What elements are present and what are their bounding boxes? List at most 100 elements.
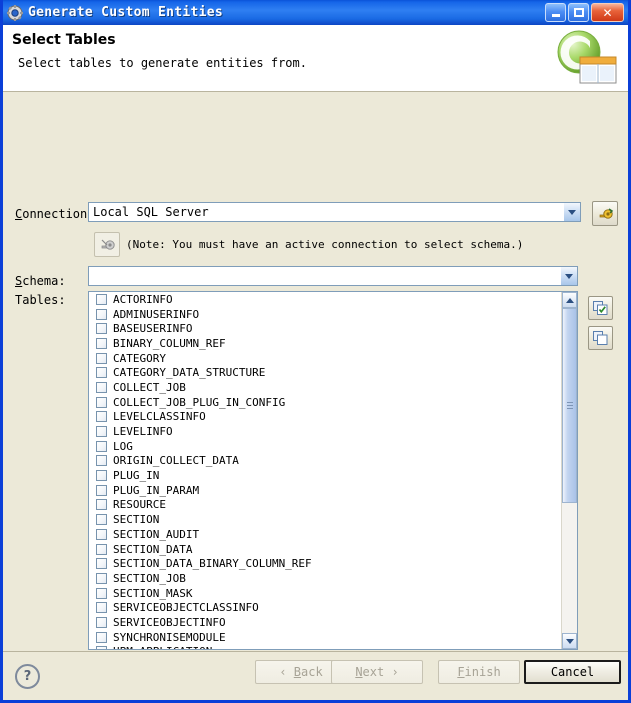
table-name-label: LEVELINFO — [113, 425, 173, 439]
scroll-thumb[interactable] — [562, 308, 577, 503]
table-list-item[interactable]: SYNCHRONISEMODULE — [89, 630, 561, 645]
table-list-item[interactable]: SERVICEOBJECTINFO — [89, 615, 561, 630]
table-list-item[interactable]: SECTION_JOB — [89, 571, 561, 586]
table-checkbox[interactable] — [96, 587, 107, 599]
table-checkbox[interactable] — [96, 367, 107, 379]
tables-label: Tables: — [15, 293, 66, 307]
table-checkbox[interactable] — [96, 381, 107, 393]
table-name-label: PLUG_IN_PARAM — [113, 483, 200, 497]
table-list-item[interactable]: LEVELINFO — [89, 424, 561, 439]
table-name-label: ADMINUSERINFO — [113, 307, 200, 321]
generate-custom-entities-dialog: Generate Custom Entities ✕ Select Tables… — [0, 0, 631, 703]
table-name-label: CATEGORY — [113, 351, 166, 365]
table-checkbox[interactable] — [96, 293, 107, 305]
minimize-icon — [552, 14, 560, 17]
table-checkbox[interactable] — [96, 543, 107, 555]
tables-list-scrollbar[interactable] — [561, 292, 577, 649]
connection-combo[interactable]: Local SQL Server — [88, 202, 581, 222]
table-list-item[interactable]: RESOURCE — [89, 498, 561, 513]
finish-button[interactable]: Finish — [438, 660, 520, 684]
table-name-label: PLUG_IN — [113, 469, 160, 483]
table-checkbox[interactable] — [96, 440, 107, 452]
window-title: Generate Custom Entities — [28, 5, 224, 20]
minimize-button[interactable] — [545, 3, 566, 22]
table-checkbox[interactable] — [96, 602, 107, 614]
page-title: Select Tables — [12, 32, 116, 48]
table-name-label: SERVICEOBJECTCLASSINFO — [113, 601, 259, 615]
tables-list[interactable]: ACTORINFO ADMINUSERINFO BASEUSERINFO BINARY… — [88, 291, 578, 650]
table-name-label: ACTORINFO — [113, 292, 173, 306]
table-checkbox[interactable] — [96, 308, 107, 320]
table-checkbox[interactable] — [96, 631, 107, 643]
disconnect-button[interactable] — [94, 232, 120, 257]
table-checkbox[interactable] — [96, 484, 107, 496]
table-name-label: SECTION_MASK — [113, 586, 193, 600]
table-checkbox[interactable] — [96, 396, 107, 408]
table-checkbox[interactable] — [96, 352, 107, 364]
deselect-all-button[interactable] — [588, 326, 613, 350]
dialog-body: Connection: Local SQL Server (Note: You — [3, 92, 628, 696]
table-checkbox[interactable] — [96, 558, 107, 570]
tables-list-rows: ACTORINFO ADMINUSERINFO BASEUSERINFO BINARY… — [89, 292, 561, 649]
table-name-label: BASEUSERINFO — [113, 322, 193, 336]
table-checkbox[interactable] — [96, 426, 107, 438]
cancel-button[interactable]: Cancel — [524, 660, 621, 684]
scroll-up-button[interactable] — [562, 292, 577, 308]
table-list-item[interactable]: SECTION_MASK — [89, 586, 561, 601]
table-list-item[interactable]: ACTORINFO — [89, 292, 561, 307]
schema-combo[interactable] — [88, 266, 578, 286]
table-list-item[interactable]: ADMINUSERINFO — [89, 307, 561, 322]
disconnect-plug-icon — [101, 239, 115, 250]
table-list-item[interactable]: SECTION — [89, 512, 561, 527]
table-name-label: SERVICEOBJECTINFO — [113, 615, 226, 629]
next-button-label: Next › — [355, 665, 399, 679]
select-all-button[interactable] — [588, 296, 613, 320]
table-list-item[interactable]: PLUG_IN — [89, 468, 561, 483]
dialog-footer: ? ‹ Back Next › Finish Cancel — [3, 651, 628, 700]
table-list-item[interactable]: LEVELCLASSINFO — [89, 410, 561, 425]
schema-label: Schema: — [15, 274, 66, 288]
table-list-item[interactable]: COLLECT_JOB — [89, 380, 561, 395]
scroll-down-button[interactable] — [562, 633, 577, 649]
table-checkbox[interactable] — [96, 528, 107, 540]
table-list-item[interactable]: PLUG_IN_PARAM — [89, 483, 561, 498]
table-list-item[interactable]: SECTION_DATA_BINARY_COLUMN_REF — [89, 556, 561, 571]
table-list-item[interactable]: SERVICEOBJECTCLASSINFO — [89, 600, 561, 615]
next-button[interactable]: Next › — [331, 660, 423, 684]
table-checkbox[interactable] — [96, 572, 107, 584]
table-checkbox[interactable] — [96, 616, 107, 628]
chevron-down-icon[interactable] — [560, 267, 577, 285]
table-checkbox[interactable] — [96, 646, 107, 649]
maximize-button[interactable] — [568, 3, 589, 22]
table-checkbox[interactable] — [96, 323, 107, 335]
database-table-wizard-icon — [552, 28, 620, 88]
table-checkbox[interactable] — [96, 514, 107, 526]
table-list-item[interactable]: UPM_APPLICATION — [89, 645, 561, 649]
table-name-label: SECTION_JOB — [113, 571, 186, 585]
table-list-item[interactable]: CATEGORY — [89, 351, 561, 366]
new-connection-button[interactable] — [592, 201, 618, 226]
help-icon[interactable]: ? — [15, 664, 40, 689]
back-button-label: ‹ Back — [279, 665, 323, 679]
finish-button-label: Finish — [457, 665, 501, 679]
window-controls: ✕ — [545, 3, 624, 22]
table-list-item[interactable]: BASEUSERINFO — [89, 321, 561, 336]
table-name-label: LOG — [113, 439, 133, 453]
connect-plug-icon — [599, 207, 613, 219]
table-list-item[interactable]: CATEGORY_DATA_STRUCTURE — [89, 365, 561, 380]
table-checkbox[interactable] — [96, 337, 107, 349]
table-list-item[interactable]: COLLECT_JOB_PLUG_IN_CONFIG — [89, 395, 561, 410]
chevron-down-icon[interactable] — [563, 203, 580, 221]
table-list-item[interactable]: BINARY_COLUMN_REF — [89, 336, 561, 351]
connection-label-rest: onnection: — [22, 207, 95, 221]
table-checkbox[interactable] — [96, 411, 107, 423]
scroll-grip-icon — [567, 401, 573, 410]
close-button[interactable]: ✕ — [591, 3, 624, 22]
table-list-item[interactable]: LOG — [89, 439, 561, 454]
table-list-item[interactable]: SECTION_DATA — [89, 542, 561, 557]
table-checkbox[interactable] — [96, 455, 107, 467]
table-checkbox[interactable] — [96, 499, 107, 511]
table-checkbox[interactable] — [96, 470, 107, 482]
table-list-item[interactable]: SECTION_AUDIT — [89, 527, 561, 542]
table-list-item[interactable]: ORIGIN_COLLECT_DATA — [89, 454, 561, 469]
